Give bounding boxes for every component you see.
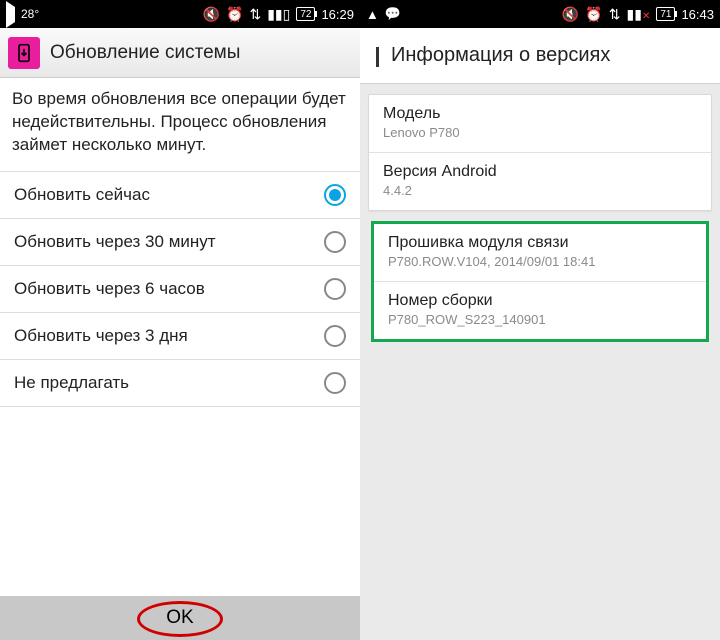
update-options-list: Обновить сейчас Обновить через 30 минут … xyxy=(0,171,360,407)
highlighted-group: Прошивка модуля связи P780.ROW.V104, 201… xyxy=(371,221,709,342)
temperature: 28° xyxy=(21,7,39,21)
status-bar: ▲ 💬 🔇 ⏰ ⇅ ▮▮✕ 71 16:43 xyxy=(360,0,720,28)
volume-mute-icon: 🔇 xyxy=(562,7,579,21)
option-dont-offer[interactable]: Не предлагать xyxy=(0,360,360,407)
intro-text: Во время обновления все операции будет н… xyxy=(0,78,360,171)
row-value: Lenovo P780 xyxy=(383,125,697,140)
warning-icon: ▲ xyxy=(366,7,379,22)
wifi-icon: ⇅ xyxy=(249,7,261,21)
play-icon xyxy=(6,7,15,22)
row-build-number[interactable]: Номер сборки P780_ROW_S223_140901 xyxy=(374,282,706,339)
option-update-3d[interactable]: Обновить через 3 дня xyxy=(0,313,360,360)
ok-button[interactable]: OK xyxy=(0,596,360,640)
app-header: Обновление системы xyxy=(0,28,360,78)
option-label: Обновить через 3 дня xyxy=(14,326,188,346)
row-value: P780.ROW.V104, 2014/09/01 18:41 xyxy=(388,254,692,269)
row-baseband[interactable]: Прошивка модуля связи P780.ROW.V104, 201… xyxy=(374,224,706,282)
alarm-icon: ⏰ xyxy=(585,7,602,21)
radio-icon xyxy=(324,184,346,206)
radio-icon xyxy=(324,325,346,347)
system-update-icon xyxy=(8,37,40,69)
row-value: 4.4.2 xyxy=(383,183,697,198)
card-group-basic: Модель Lenovo P780 Версия Android 4.4.2 xyxy=(368,94,712,211)
chat-icon: 💬 xyxy=(385,6,401,22)
alarm-icon: ⏰ xyxy=(226,7,243,21)
option-label: Обновить сейчас xyxy=(14,185,150,205)
row-android-version[interactable]: Версия Android 4.4.2 xyxy=(369,153,711,210)
signal-icon: ▮▮✕ xyxy=(627,7,651,22)
volume-mute-icon: 🔇 xyxy=(203,7,220,21)
option-label: Обновить через 6 часов xyxy=(14,279,205,299)
battery-icon: 71 xyxy=(656,7,675,21)
phone-right: ▲ 💬 🔇 ⏰ ⇅ ▮▮✕ 71 16:43 Информация о верс… xyxy=(360,0,720,640)
option-update-now[interactable]: Обновить сейчас xyxy=(0,172,360,219)
page-title: Информация о версиях xyxy=(391,44,610,67)
status-bar: 28° 🔇 ⏰ ⇅ ▮▮▯ 72 16:29 xyxy=(0,0,360,28)
version-info-list: Модель Lenovo P780 Версия Android 4.4.2 … xyxy=(360,84,720,362)
clock: 16:43 xyxy=(681,7,714,22)
row-label: Прошивка модуля связи xyxy=(388,234,692,252)
row-model[interactable]: Модель Lenovo P780 xyxy=(369,95,711,153)
row-label: Версия Android xyxy=(383,163,697,181)
ok-label: OK xyxy=(166,607,193,629)
option-label: Не предлагать xyxy=(14,373,129,393)
option-update-6h[interactable]: Обновить через 6 часов xyxy=(0,266,360,313)
phone-left: 28° 🔇 ⏰ ⇅ ▮▮▯ 72 16:29 Обновление систем… xyxy=(0,0,360,640)
back-button[interactable] xyxy=(370,47,379,65)
page-title: Обновление системы xyxy=(50,42,240,64)
row-label: Модель xyxy=(383,105,697,123)
battery-icon: 72 xyxy=(296,7,315,21)
row-value: P780_ROW_S223_140901 xyxy=(388,312,692,327)
row-label: Номер сборки xyxy=(388,292,692,310)
option-update-30min[interactable]: Обновить через 30 минут xyxy=(0,219,360,266)
signal-icon: ▮▮▯ xyxy=(267,7,290,21)
option-label: Обновить через 30 минут xyxy=(14,232,216,252)
radio-icon xyxy=(324,278,346,300)
app-header: Информация о версиях xyxy=(360,28,720,84)
radio-icon xyxy=(324,231,346,253)
clock: 16:29 xyxy=(321,7,354,22)
radio-icon xyxy=(324,372,346,394)
chevron-left-icon xyxy=(376,47,379,67)
wifi-icon: ⇅ xyxy=(609,7,621,21)
